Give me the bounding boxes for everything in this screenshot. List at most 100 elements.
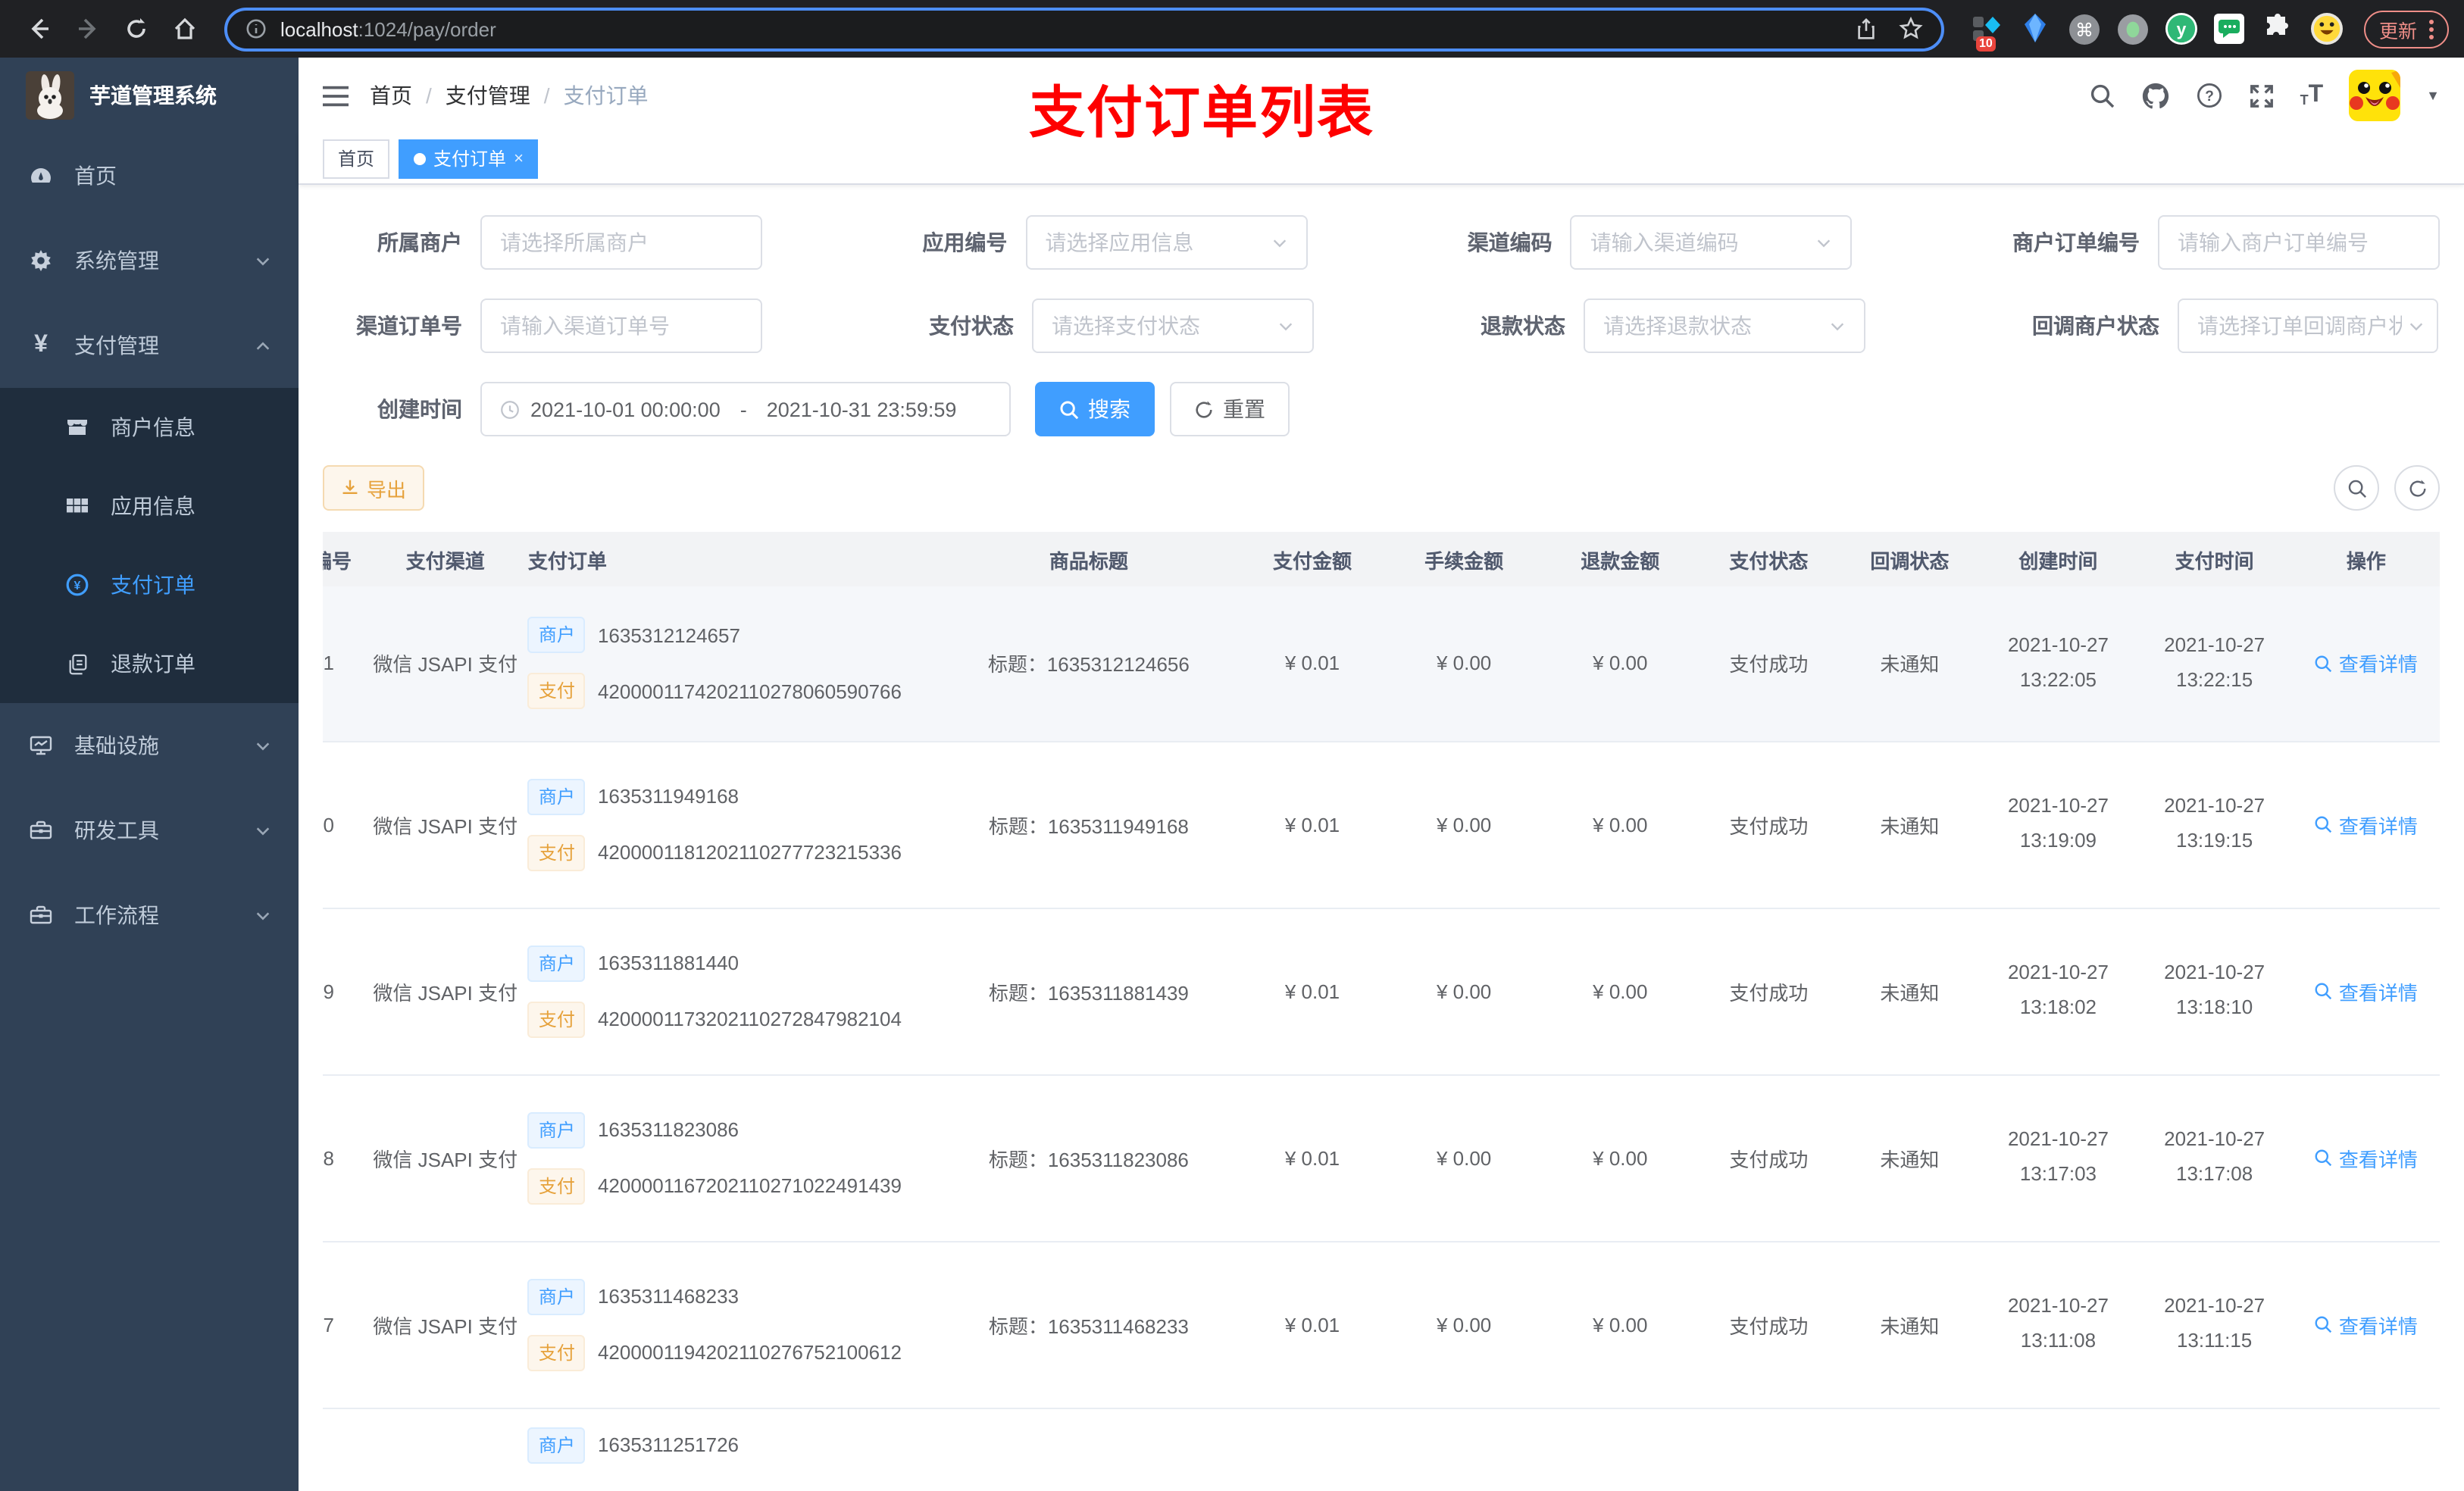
breadcrumb-home[interactable]: 首页 (370, 80, 412, 111)
cell-channel: 微信 JSAPI 支付 (362, 586, 528, 742)
table-row[interactable]: 20 微信 JSAPI 支付 商户1635311949168 支付4200001… (323, 741, 2440, 908)
filter-label: 所属商户 (377, 230, 462, 255)
cell-amount: ¥ 0.01 (1238, 586, 1387, 742)
help-icon[interactable]: ? (2196, 82, 2223, 109)
extensions-puzzle-icon[interactable] (2262, 13, 2294, 45)
cell-order: 商户 1635311881440 支付 4200001173202110272847… (527, 945, 939, 1037)
cell-title: 标题：1635311468233 (938, 1241, 1239, 1408)
gear-icon (27, 248, 55, 273)
bookmark-star-icon[interactable] (1899, 17, 1923, 41)
command-extension-icon[interactable]: ⌘ (2068, 13, 2100, 45)
sidebar-item-pay-order[interactable]: ¥ 支付订单 (0, 545, 299, 624)
sidebar-item-app-info[interactable]: 应用信息 (0, 467, 299, 545)
sidebar-item-home[interactable]: 首页 (0, 133, 299, 218)
avatar[interactable] (2349, 70, 2401, 121)
site-info-icon[interactable] (245, 18, 267, 39)
date-range-picker[interactable]: 2021-10-01 00:00:00 - 2021-10-31 23:59:5… (480, 382, 1011, 436)
breadcrumb-current: 支付订单 (563, 83, 649, 108)
notify-status-select[interactable]: 请选择订单回调商户状态 (2178, 299, 2438, 353)
cell-status: 支付成功 (1698, 1241, 1840, 1408)
app-no-select[interactable]: 请选择应用信息 (1025, 215, 1308, 270)
table-row[interactable]: 商户 1635311251726 (323, 1408, 2440, 1491)
search-button[interactable]: 搜索 (1035, 382, 1155, 436)
table-row[interactable]: 21 微信 JSAPI 支付 商户1635312124657 支付4200001… (323, 586, 2440, 742)
app-logo-row[interactable]: 芋道管理系统 (0, 58, 299, 133)
channel-code-select[interactable]: 请输入渠道编码 (1570, 215, 1853, 270)
sidebar-item-infra[interactable]: 基础设施 (0, 703, 299, 788)
sidebar-item-refund-order[interactable]: 退款订单 (0, 624, 299, 703)
table-row[interactable]: 17 微信 JSAPI 支付 商户1635311468233 支付4200001… (323, 1241, 2440, 1408)
merchant-order-no: 1635311251726 (597, 1433, 739, 1456)
home-icon[interactable] (165, 9, 205, 48)
search-icon[interactable] (2090, 83, 2115, 108)
view-detail-link[interactable]: 查看详情 (2315, 977, 2418, 1005)
tag-home[interactable]: 首页 (323, 139, 390, 178)
refund-status-select[interactable]: 请选择退款状态 (1584, 299, 1865, 353)
sidebar-item-system[interactable]: 系统管理 (0, 218, 299, 303)
sidebar-item-label: 支付管理 (74, 333, 159, 358)
pay-status-select[interactable]: 请选择支付状态 (1032, 299, 1314, 353)
fullscreen-icon[interactable] (2249, 83, 2275, 108)
active-dot (414, 152, 427, 164)
merchant-chip: 商户 (527, 617, 586, 654)
cell-created: 2021-10-27 13:18:02 (2007, 961, 2109, 1019)
cell-notify: 未通知 (1839, 1074, 1981, 1242)
merchant-order-no-input[interactable] (2158, 215, 2441, 270)
sidebar-item-pay[interactable]: ¥ 支付管理 (0, 303, 299, 388)
export-button[interactable]: 导出 (323, 465, 425, 511)
share-icon[interactable] (1855, 17, 1878, 40)
filter-merchant: 所属商户 (323, 215, 762, 270)
extension-tiles-icon[interactable]: 10 (1972, 13, 2003, 51)
sidebar-fold-icon[interactable] (323, 84, 349, 107)
font-size-icon[interactable]: TT (2300, 83, 2324, 108)
gem-extension-icon[interactable] (2020, 13, 2052, 45)
chevron-down-icon (1829, 317, 1846, 334)
table-row[interactable]: 19 微信 JSAPI 支付 商户1635311881440 支付4200001… (323, 908, 2440, 1075)
vue-devtools-icon[interactable]: y (2165, 13, 2197, 45)
view-detail-link[interactable]: 查看详情 (2315, 810, 2418, 839)
tag-pay-order[interactable]: 支付订单 × (399, 139, 539, 178)
sidebar-item-dev-tools[interactable]: 研发工具 (0, 788, 299, 873)
caret-down-icon[interactable]: ▼ (2426, 88, 2440, 103)
extension-badge: 10 (1975, 36, 1996, 51)
browser-menu-icon[interactable] (2429, 19, 2434, 39)
back-icon[interactable] (20, 9, 59, 48)
sidebar-item-workflow[interactable]: 工作流程 (0, 873, 299, 958)
forward-icon[interactable] (68, 9, 108, 48)
cell-order: 商户 1635311468233 支付 4200001194202110276752… (527, 1278, 939, 1371)
refresh-button[interactable] (2394, 465, 2440, 511)
merchant-order-no: 1635311823086 (597, 1118, 739, 1141)
filter-pay-status: 支付状态 请选择支付状态 (874, 299, 1314, 353)
reload-icon[interactable] (117, 9, 156, 48)
pay-order-no: 4200001173202110272847982104 (597, 1008, 902, 1030)
sidebar-item-merchant-info[interactable]: 商户信息 (0, 388, 299, 467)
svg-text:?: ? (2205, 89, 2214, 105)
grid-icon (64, 494, 91, 518)
screen: localhost:1024/pay/order 10 ⌘ y 更新 芋道管理… (0, 0, 2464, 1491)
filter-merchant-order-no: 商户订单编号 (1958, 215, 2441, 270)
date-end: 2021-10-31 23:59:59 (766, 398, 957, 420)
col-created: 创建时间 (1980, 532, 2137, 586)
tag-close-icon[interactable]: × (514, 149, 524, 167)
cell-notify: 未通知 (1839, 908, 1981, 1075)
reset-button[interactable]: 重置 (1170, 382, 1290, 436)
browser-update-button[interactable]: 更新 (2363, 10, 2449, 48)
clock-icon (500, 399, 520, 419)
view-detail-link[interactable]: 查看详情 (2315, 1310, 2418, 1339)
breadcrumb-pay[interactable]: 支付管理 (446, 80, 530, 111)
filter-refund-status: 退款状态 请选择退款状态 (1426, 299, 1865, 353)
filter-label: 退款状态 (1481, 314, 1565, 338)
github-icon[interactable] (2141, 81, 2170, 110)
address-bar[interactable]: localhost:1024/pay/order (224, 7, 1944, 51)
emoji-extension-icon[interactable] (2310, 13, 2343, 45)
dot-extension-icon[interactable] (2117, 13, 2149, 45)
view-detail-link[interactable]: 查看详情 (2315, 649, 2418, 678)
merchant-chip: 商户 (527, 778, 586, 814)
toggle-search-button[interactable] (2334, 465, 2379, 511)
cell-notify: 未通知 (1839, 1241, 1981, 1408)
channel-order-no-input[interactable] (480, 299, 762, 353)
merchant-select[interactable] (480, 215, 762, 270)
chat-extension-icon[interactable] (2214, 13, 2246, 45)
table-row[interactable]: 18 微信 JSAPI 支付 商户1635311823086 支付4200001… (323, 1074, 2440, 1242)
view-detail-link[interactable]: 查看详情 (2315, 1143, 2418, 1172)
